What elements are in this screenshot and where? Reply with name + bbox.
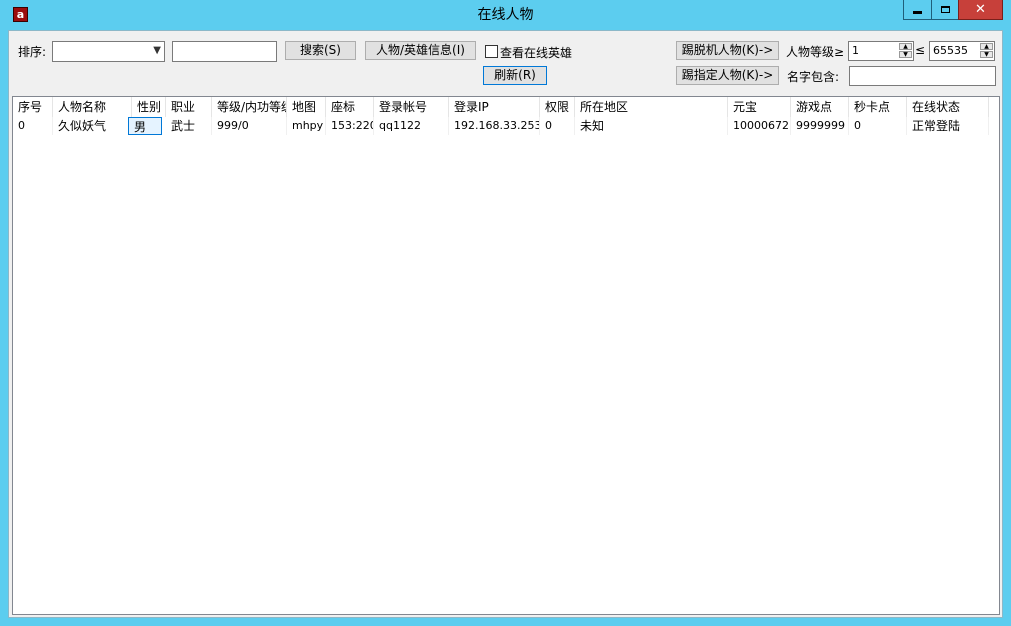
maximize-icon: [941, 6, 950, 13]
column-header[interactable]: 人物名称: [53, 97, 132, 117]
search-button[interactable]: 搜索(S): [285, 41, 356, 60]
table-cell: 999/0: [212, 117, 287, 135]
table-cell: 10000672: [728, 117, 791, 135]
table-cell: 久似妖气: [53, 117, 132, 135]
close-button[interactable]: ✕: [958, 0, 1003, 20]
column-header[interactable]: 游戏点: [791, 97, 849, 117]
level-le-sign: ≤: [915, 43, 926, 57]
chevron-down-icon: ▼: [153, 45, 161, 56]
level-min-spinner[interactable]: 1 ▲ ▼: [848, 41, 914, 61]
column-header[interactable]: 所在地区: [575, 97, 728, 117]
column-header[interactable]: 职业: [166, 97, 212, 117]
online-characters-table[interactable]: 序号 人物名称 性别 职业 等级/内功等级 地图 座标 登录帐号 登录IP 权限…: [12, 96, 1000, 615]
main-window: a 在线人物 ✕ 排序: ▼ 搜索(S) 人物/英雄信息(I) 查看在线英雄 踢…: [0, 0, 1011, 626]
kick-specific-character-button[interactable]: 踢指定人物(K)->: [676, 66, 779, 85]
table-cell: 192.168.33.253: [449, 117, 540, 135]
maximize-button[interactable]: [931, 0, 960, 20]
column-header[interactable]: 在线状态: [907, 97, 989, 117]
table-cell: 0: [13, 117, 53, 135]
table-cell: mhpy: [287, 117, 326, 135]
column-header[interactable]: 权限: [540, 97, 575, 117]
table-cell: 153:220: [326, 117, 374, 135]
table-cell: 0: [849, 117, 907, 135]
table-cell: 未知: [575, 117, 728, 135]
spin-up-icon[interactable]: ▲: [980, 43, 993, 50]
kick-offline-character-button[interactable]: 踢脱机人物(K)->: [676, 41, 779, 60]
spin-down-icon[interactable]: ▼: [899, 51, 912, 58]
table-header: 序号 人物名称 性别 职业 等级/内功等级 地图 座标 登录帐号 登录IP 权限…: [13, 97, 999, 117]
table-cell: 武士: [166, 117, 212, 135]
column-header[interactable]: 序号: [13, 97, 53, 117]
table-cell: 9999999: [791, 117, 849, 135]
refresh-button[interactable]: 刷新(R): [483, 66, 547, 85]
name-contains-input[interactable]: [849, 66, 996, 86]
search-input[interactable]: [172, 41, 277, 62]
window-title: 在线人物: [477, 7, 534, 23]
title-bar[interactable]: a 在线人物 ✕: [0, 0, 1011, 30]
column-header[interactable]: 登录IP: [449, 97, 540, 117]
client-area: 排序: ▼ 搜索(S) 人物/英雄信息(I) 查看在线英雄 踢脱机人物(K)->…: [8, 30, 1003, 618]
character-level-label: 人物等级≥: [786, 45, 845, 59]
table-cell: 0: [540, 117, 575, 135]
table-cell-selected[interactable]: 男: [128, 117, 162, 135]
column-header[interactable]: 等级/内功等级: [212, 97, 287, 117]
spin-down-icon[interactable]: ▼: [980, 51, 993, 58]
table-row[interactable]: 0 久似妖气 男 武士 999/0 mhpy 153:220 qq1122 19…: [13, 117, 999, 135]
table-cell: qq1122: [374, 117, 449, 135]
spin-up-icon[interactable]: ▲: [899, 43, 912, 50]
column-header[interactable]: 元宝: [728, 97, 791, 117]
view-online-heroes-label: 查看在线英雄: [500, 46, 573, 60]
column-header[interactable]: 秒卡点: [849, 97, 907, 117]
minimize-button[interactable]: [903, 0, 932, 20]
view-online-heroes-checkbox[interactable]: [485, 45, 498, 58]
minimize-icon: [913, 11, 922, 14]
column-header[interactable]: 地图: [287, 97, 326, 117]
column-header[interactable]: 登录帐号: [374, 97, 449, 117]
level-max-value: 65535: [933, 44, 968, 57]
sort-dropdown[interactable]: ▼: [52, 41, 165, 62]
column-header[interactable]: 性别: [132, 97, 166, 117]
close-icon: ✕: [975, 2, 986, 17]
table-cell: 正常登陆: [907, 117, 989, 135]
name-contains-label: 名字包含:: [787, 70, 840, 84]
character-hero-info-button[interactable]: 人物/英雄信息(I): [365, 41, 476, 60]
level-max-spinner[interactable]: 65535 ▲ ▼: [929, 41, 995, 61]
sort-label: 排序:: [18, 45, 47, 59]
column-header[interactable]: 座标: [326, 97, 374, 117]
level-min-value: 1: [852, 44, 859, 57]
